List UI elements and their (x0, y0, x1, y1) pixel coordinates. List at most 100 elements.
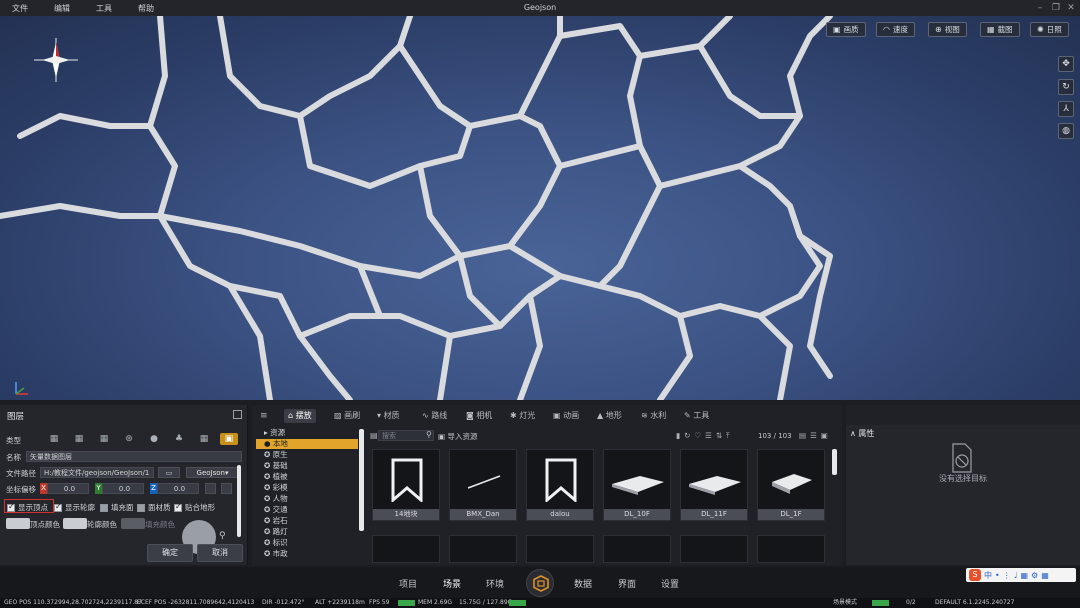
screenshot-button[interactable]: ▦ 截图 (980, 22, 1020, 37)
ime-toolbar[interactable]: S 中•⋮♩▦⚙▦ (966, 568, 1076, 582)
tab-terrain[interactable]: ▲ 地形 (593, 409, 626, 423)
asset-thumbnail[interactable]: DL_10F (603, 449, 671, 521)
asset-thumbnail[interactable]: BMX_Dan (449, 449, 517, 521)
rotate-icon[interactable]: ↻ (1058, 79, 1074, 95)
prop-title: ∧ 属性 (850, 429, 875, 438)
list-toggle-icon[interactable]: ≡ (260, 411, 268, 421)
outline-color-swatch[interactable] (63, 518, 87, 529)
layer-name-input[interactable]: 矢量数据图层 (26, 451, 242, 462)
minimize-icon[interactable]: – (1034, 2, 1046, 14)
asset-thumbnail[interactable]: DL_11F (680, 449, 748, 521)
format-select[interactable]: GeoJson▾ (186, 467, 239, 478)
asset-thumbnail[interactable] (526, 535, 594, 563)
nav-data[interactable]: 数据 (574, 577, 592, 590)
resource-toolbar-icons[interactable]: ▮↻♡☰⇅⤒ (676, 431, 733, 441)
tree-item-municipal[interactable]: ✪ 市政 (256, 549, 358, 559)
nav-project[interactable]: 项目 (399, 577, 417, 590)
grid-icon[interactable]: ▦ (97, 433, 111, 445)
tree-item-resources[interactable]: ▸ 资源 (256, 428, 358, 438)
asset-thumbnail[interactable] (372, 535, 440, 563)
reset-icon[interactable] (221, 483, 232, 494)
table-icon[interactable]: ▦ (197, 433, 211, 445)
search-icon[interactable]: ⚲ (426, 430, 432, 439)
vertex-color-swatch[interactable] (6, 518, 30, 529)
cancel-button[interactable]: 取消 (197, 544, 243, 562)
tab-tools[interactable]: ✎ 工具 (680, 409, 713, 423)
tree-item-colormodel[interactable]: ✪ 彩模 (256, 483, 358, 493)
grid-icon[interactable]: ▦ (47, 433, 61, 445)
tab-water[interactable]: ≋ 水利 (637, 409, 670, 423)
pick-icon[interactable] (205, 483, 216, 494)
sunlight-button[interactable]: ✺ 日照 (1030, 22, 1069, 37)
restore-icon[interactable]: ❐ (1050, 2, 1062, 14)
import-resource-button[interactable]: ▣ 导入资源 (438, 431, 477, 442)
grid-icon[interactable]: ▦ (72, 433, 86, 445)
nav-interface[interactable]: 界面 (618, 577, 636, 590)
globe-icon[interactable]: ◍ (1058, 123, 1074, 139)
tree-scrollbar[interactable] (359, 429, 364, 531)
folder-icon[interactable]: ▭ (158, 467, 180, 478)
tree-item-streetlight[interactable]: ✪ 路灯 (256, 527, 358, 537)
logo-button[interactable] (526, 569, 554, 597)
search-icon[interactable]: ⚲ (219, 531, 226, 541)
tab-animation[interactable]: ▣ 动画 (549, 409, 583, 423)
tree-item-sign[interactable]: ✪ 标识 (256, 538, 358, 548)
tab-brush[interactable]: ▨ 画刷 (330, 409, 364, 423)
tree-item-rock[interactable]: ✪ 岩石 (256, 516, 358, 526)
tab-place[interactable]: ⌂ 摆放 (284, 409, 316, 423)
asset-thumbnail[interactable] (757, 535, 825, 563)
fill-face-checkbox[interactable]: 填充面 (100, 502, 134, 513)
resource-menu-icon[interactable]: ▤ (370, 431, 378, 440)
asset-thumbnail[interactable] (449, 535, 517, 563)
outline-color-label: 轮廓颜色 (87, 520, 117, 529)
nav-settings[interactable]: 设置 (661, 577, 679, 590)
close-icon[interactable]: ✕ (1065, 2, 1077, 14)
tree-item-traffic[interactable]: ✪ 交通 (256, 505, 358, 515)
clamp-terrain-checkbox[interactable]: 贴合地形 (174, 502, 215, 513)
tree-item-native[interactable]: ✪ 原生 (256, 450, 358, 460)
location-icon[interactable]: ● (147, 433, 161, 445)
asset-thumbnail[interactable]: dalou (526, 449, 594, 521)
tab-material[interactable]: ▾ 材质 (373, 409, 404, 423)
asset-label: 14地块 (373, 509, 439, 520)
map-viewport[interactable]: ▣ 画质 ◠ 速度 ⊕ 视图 ▦ 截图 ✺ 日照 ✥ ↻ ⅄ ◍ (0, 16, 1080, 400)
show-vertex-checkbox[interactable]: 显示顶点 (7, 502, 48, 513)
scene-mode-bar (872, 600, 889, 606)
move-icon[interactable]: ✥ (1058, 56, 1074, 72)
compass-icon[interactable] (34, 38, 78, 82)
asset-thumbnail[interactable] (603, 535, 671, 563)
offset-x-input[interactable]: 0.0 (47, 483, 89, 494)
asset-thumbnail[interactable] (680, 535, 748, 563)
speed-button[interactable]: ◠ 速度 (876, 22, 915, 37)
tree-item-people[interactable]: ✪ 人物 (256, 494, 358, 504)
view-button[interactable]: ⊕ 视图 (928, 22, 967, 37)
confirm-button[interactable]: 确定 (147, 544, 193, 562)
quality-button[interactable]: ▣ 画质 (826, 22, 866, 37)
view-mode-icons[interactable]: ▤☰▣ (799, 431, 832, 440)
tab-light[interactable]: ✱ 灯光 (506, 409, 539, 423)
nav-scene[interactable]: 场景 (443, 577, 461, 590)
file-path-input[interactable]: H:/教程文件/geojson/GeoJson/1 (40, 467, 154, 478)
asset-scrollbar[interactable] (832, 449, 837, 475)
pin-icon[interactable]: ⊛ (122, 433, 136, 445)
tree-item-local[interactable]: ● 本地 (256, 439, 358, 449)
tab-route[interactable]: ∿ 路线 (418, 409, 451, 423)
vector-type-icon[interactable]: ▣ (220, 433, 238, 445)
camera-icon: ◙ (466, 411, 477, 420)
show-outline-checkbox[interactable]: 显示轮廓 (54, 502, 95, 513)
nav-environment[interactable]: 环境 (486, 577, 504, 590)
app-title: Geojson (523, 3, 557, 12)
asset-thumbnail[interactable]: 14地块 (372, 449, 440, 521)
asset-thumbnail[interactable]: DL_1F (757, 449, 825, 521)
panel-menu-icon[interactable] (233, 410, 242, 419)
tree-item-basic[interactable]: ✪ 基础 (256, 461, 358, 471)
tree-item-vegetation[interactable]: ✪ 植被 (256, 472, 358, 482)
face-material-checkbox[interactable]: 面材质 (137, 502, 171, 513)
axis-icon[interactable]: ⅄ (1058, 101, 1074, 117)
tab-camera[interactable]: ◙ 相机 (462, 409, 496, 423)
offset-y-input[interactable]: 0.0 (102, 483, 144, 494)
fill-color-swatch[interactable] (121, 518, 145, 529)
plant-icon[interactable]: ♣ (172, 433, 186, 445)
panel-scrollbar[interactable] (237, 465, 241, 537)
offset-z-input[interactable]: 0.0 (157, 483, 199, 494)
